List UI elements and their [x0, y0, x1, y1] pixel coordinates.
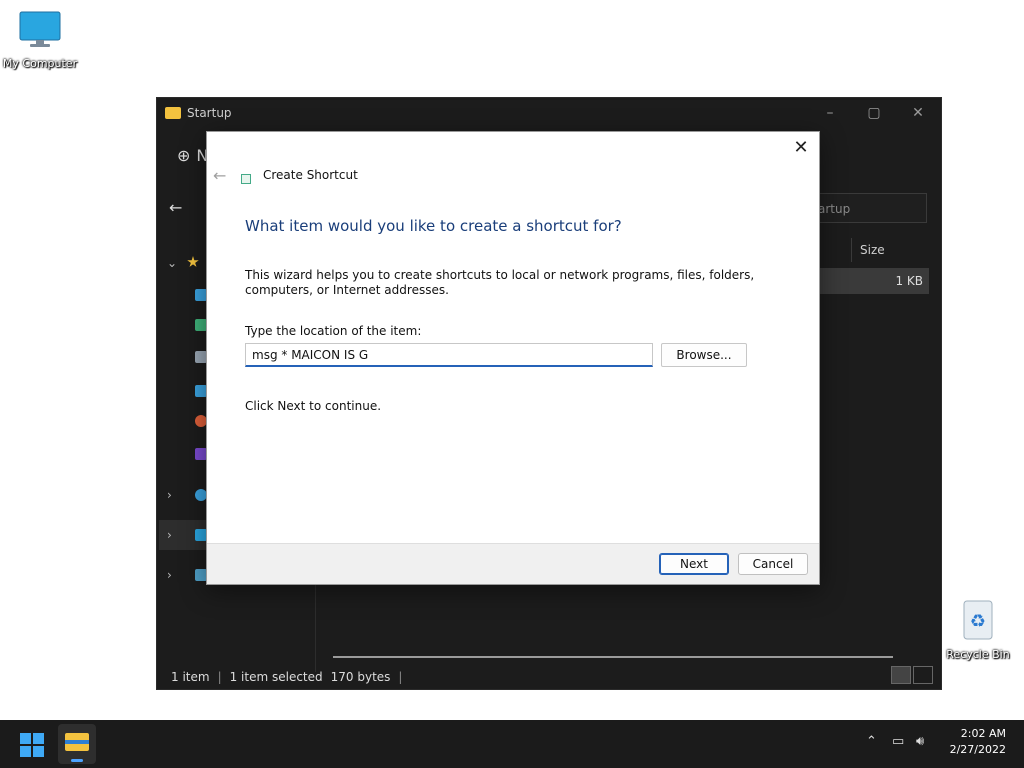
continue-hint: Click Next to continue.: [245, 399, 382, 413]
dialog-description: This wizard helps you to create shortcut…: [245, 268, 755, 297]
start-button[interactable]: [20, 733, 44, 757]
explorer-title-bar: Startup: [165, 106, 232, 120]
dialog-title: Create Shortcut: [263, 168, 358, 182]
recycle-bin-label: Recycle Bin: [946, 648, 1010, 661]
file-row[interactable]: 1 KB: [817, 268, 929, 294]
recycle-bin-desktop-icon[interactable]: ♻ Recycle Bin: [942, 597, 1014, 661]
back-arrow-icon[interactable]: ←: [213, 166, 226, 185]
view-toggle: [891, 666, 933, 684]
network-tray-icon[interactable]: ▭: [892, 734, 904, 749]
volume-icon[interactable]: 🔊︎: [916, 734, 924, 749]
taskbar-file-explorer-button[interactable]: [58, 724, 96, 764]
tiles-view-icon[interactable]: [913, 666, 933, 684]
monitor-icon: [19, 11, 61, 47]
windows-logo-tile: [20, 733, 31, 744]
cancel-button[interactable]: Cancel: [738, 553, 808, 575]
location-input[interactable]: [245, 343, 653, 367]
close-window-button[interactable]: ✕: [907, 104, 929, 122]
clock[interactable]: 2:02 AM 2/27/2022: [950, 726, 1006, 758]
my-computer-label: My Computer: [2, 57, 78, 70]
windows-logo-tile: [33, 746, 44, 757]
quick-access-chevron-icon[interactable]: ⌄: [167, 256, 207, 274]
windows-logo-tile: [33, 733, 44, 744]
svg-text:♻: ♻: [970, 611, 986, 632]
status-item-count: 1 item: [171, 670, 210, 684]
status-bytes: 170 bytes: [330, 670, 391, 684]
sidebar-divider: [315, 582, 316, 672]
plus-circle-icon: ⊕: [177, 146, 191, 165]
back-arrow-icon[interactable]: ←: [169, 198, 182, 217]
file-explorer-icon-band: [65, 740, 89, 744]
status-separator: |: [217, 670, 222, 684]
shortcut-icon: [241, 174, 251, 184]
folder-icon: [165, 107, 181, 119]
show-hidden-icons-chevron-icon[interactable]: ⌃: [866, 734, 877, 749]
location-label: Type the location of the item:: [245, 324, 422, 338]
status-bar: 1 item | 1 item selected 170 bytes |: [171, 670, 402, 684]
search-placeholder: artup: [818, 202, 851, 216]
clock-time: 2:02 AM: [960, 727, 1006, 740]
clock-date: 2/27/2022: [949, 743, 1006, 756]
running-indicator: [71, 759, 83, 762]
file-size-cell: 1 KB: [895, 274, 923, 288]
new-button[interactable]: ⊕ N: [177, 146, 208, 165]
search-box[interactable]: artup: [807, 193, 927, 223]
minimize-button[interactable]: –: [819, 104, 841, 122]
my-computer-desktop-icon[interactable]: My Computer: [2, 10, 78, 70]
status-separator: |: [398, 670, 403, 684]
windows-logo-tile: [20, 746, 31, 757]
dialog-footer: Next Cancel: [207, 543, 819, 584]
recycle-bin-icon: ♻: [963, 600, 993, 640]
taskbar: ⌃ ▭ 🔊︎ 2:02 AM 2/27/2022: [0, 720, 1024, 768]
dialog-heading: What item would you like to create a sho…: [245, 217, 622, 235]
browse-button[interactable]: Browse...: [661, 343, 747, 367]
column-header-size[interactable]: Size: [851, 238, 931, 262]
horizontal-scrollbar[interactable]: [333, 656, 893, 658]
details-view-icon[interactable]: [891, 666, 911, 684]
status-selected: 1 item selected: [229, 670, 323, 684]
explorer-title: Startup: [187, 106, 232, 120]
create-shortcut-dialog: ✕ ← Create Shortcut What item would you …: [206, 131, 820, 585]
close-icon[interactable]: ✕: [791, 138, 811, 158]
next-button[interactable]: Next: [659, 553, 729, 575]
maximize-button[interactable]: ▢: [863, 104, 885, 122]
